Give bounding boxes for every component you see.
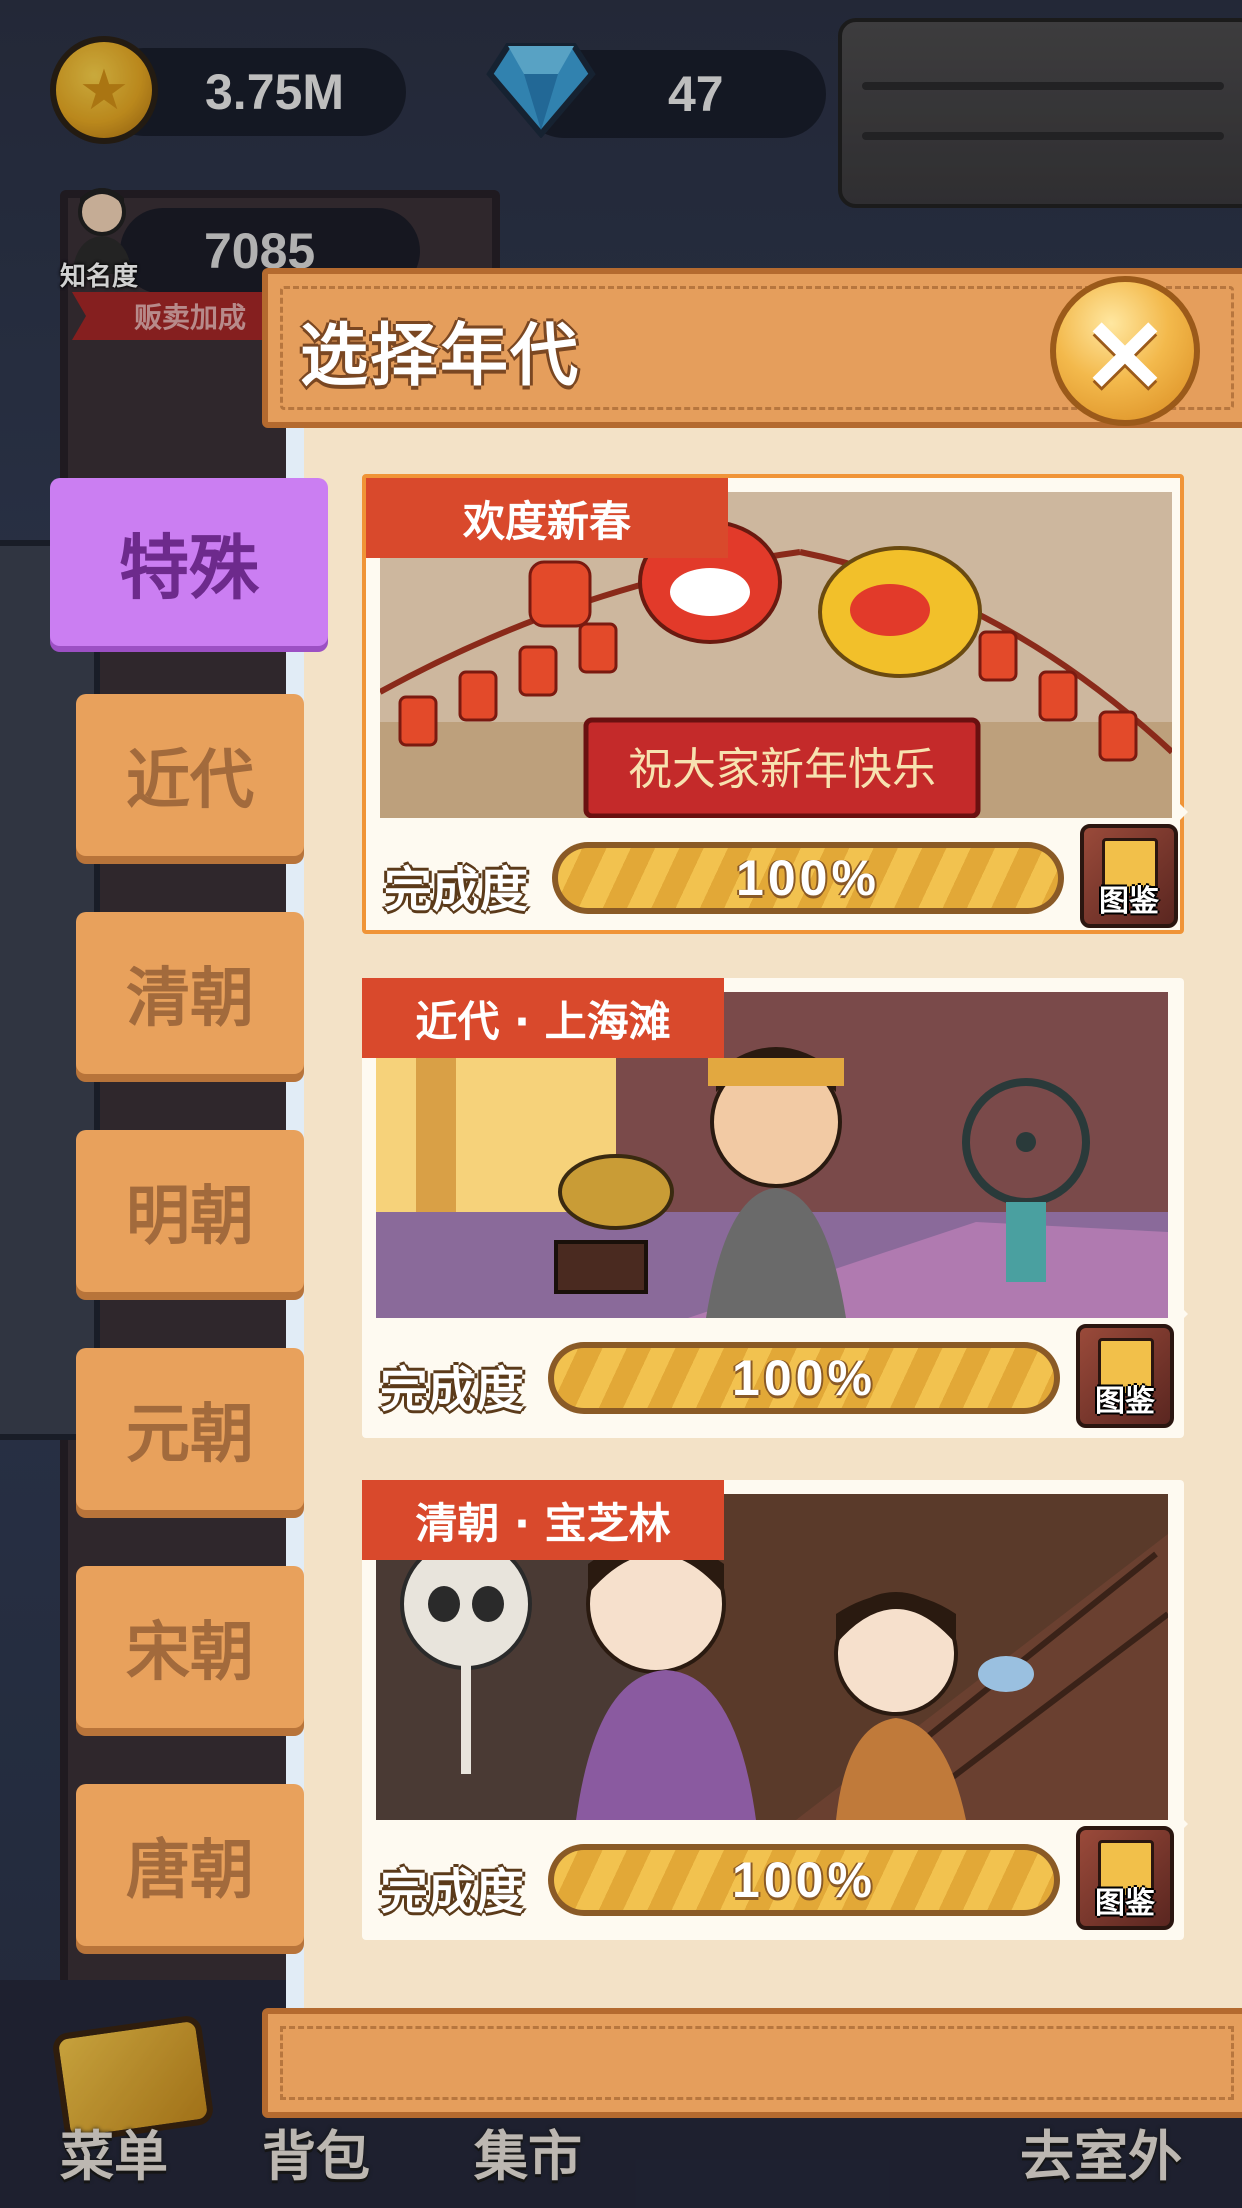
tab-modern[interactable]: 近代 xyxy=(76,694,304,856)
tab-yuan[interactable]: 元朝 xyxy=(76,1348,304,1510)
scene-card-spring-festival[interactable]: 祝大家新年快乐 欢度新春 完成度 100% 图鉴 xyxy=(362,474,1184,934)
completion-label: 完成度 xyxy=(380,1864,525,1920)
completion-percent: 100% xyxy=(736,850,880,906)
completion-percent: 100% xyxy=(732,1852,876,1908)
scene-card-qing-pochilam[interactable]: 清朝 · 宝芝林 完成度 100% 图鉴 xyxy=(362,1480,1184,1940)
close-button[interactable]: × xyxy=(1050,276,1200,426)
completion-percent: 100% xyxy=(732,1350,876,1406)
completion-progress-bar: 100% xyxy=(552,842,1064,914)
scene-tag: 近代 · 上海滩 xyxy=(362,978,724,1058)
album-button[interactable]: 图鉴 xyxy=(1076,1826,1174,1930)
tab-tang[interactable]: 唐朝 xyxy=(76,1784,304,1946)
completion-progress-bar: 100% xyxy=(548,1844,1060,1916)
scene-card-shanghai[interactable]: 近代 · 上海滩 完成度 100% 图鉴 xyxy=(362,978,1184,1438)
album-button[interactable]: 图鉴 xyxy=(1076,1324,1174,1428)
tab-song[interactable]: 宋朝 xyxy=(76,1566,304,1728)
album-label: 图鉴 xyxy=(1095,1384,1155,1419)
album-button[interactable]: 图鉴 xyxy=(1080,824,1178,928)
scene-tag: 清朝 · 宝芝林 xyxy=(362,1480,724,1560)
tab-special[interactable]: 特殊 xyxy=(50,478,328,646)
completion-label: 完成度 xyxy=(384,862,529,918)
album-label: 图鉴 xyxy=(1095,1886,1155,1921)
tab-qing[interactable]: 清朝 xyxy=(76,912,304,1074)
tab-ming[interactable]: 明朝 xyxy=(76,1130,304,1292)
completion-progress-bar: 100% xyxy=(548,1342,1060,1414)
scene-tag: 欢度新春 xyxy=(366,478,728,558)
close-icon: × xyxy=(1078,287,1172,415)
completion-label: 完成度 xyxy=(380,1362,525,1418)
album-label: 图鉴 xyxy=(1099,884,1159,919)
era-dialog-footer xyxy=(262,2008,1242,2118)
dialog-title: 选择年代 xyxy=(300,317,581,396)
new-year-banner-text: 祝大家新年快乐 xyxy=(628,744,936,795)
